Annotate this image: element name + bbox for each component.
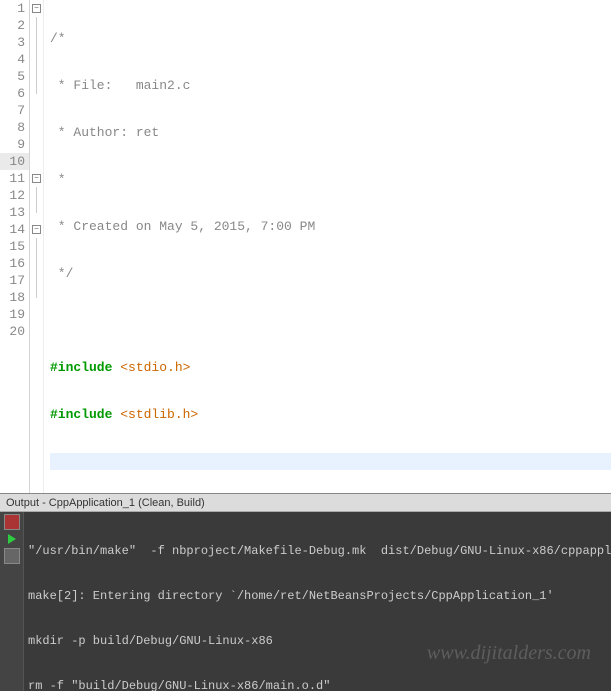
console-line: "/usr/bin/make" -f nbproject/Makefile-De… [28, 544, 607, 559]
console-line: make[2]: Entering directory `/home/ret/N… [28, 589, 607, 604]
line-number: 16 [0, 255, 29, 272]
code-text: * Created on [50, 219, 159, 234]
line-number: 1 [0, 0, 29, 17]
stop-button-icon[interactable] [4, 514, 20, 530]
line-number: 12 [0, 187, 29, 204]
code-text: #include [50, 360, 120, 375]
output-header: Output - CppApplication_1 (Clean, Build) [0, 494, 611, 512]
code-text: */ [50, 266, 73, 281]
line-number: 3 [0, 34, 29, 51]
current-line [50, 453, 611, 470]
code-text: ret [136, 125, 159, 140]
line-number: 19 [0, 306, 29, 323]
line-number: 17 [0, 272, 29, 289]
console-line: rm -f "build/Debug/GNU-Linux-x86/main.o.… [28, 679, 607, 691]
code-text: * Author: [50, 125, 136, 140]
fold-toggle-icon[interactable]: − [32, 225, 41, 234]
code-text: <stdlib.h> [120, 407, 198, 422]
watermark-text: www.dijitalders.com [427, 646, 591, 661]
fold-toggle-icon[interactable]: − [32, 4, 41, 13]
line-number: 7 [0, 102, 29, 119]
line-number: 10 [0, 153, 29, 170]
wrap-button-icon[interactable] [4, 548, 20, 564]
output-panel: Output - CppApplication_1 (Clean, Build)… [0, 493, 611, 691]
line-number: 18 [0, 289, 29, 306]
line-number-gutter: 1 2 3 4 5 6 7 8 9 10 11 12 13 14 15 16 1… [0, 0, 30, 493]
line-number: 14 [0, 221, 29, 238]
console-line: mkdir -p build/Debug/GNU-Linux-x86 [28, 634, 607, 649]
code-text: * [50, 172, 66, 187]
output-console[interactable]: "/usr/bin/make" -f nbproject/Makefile-De… [24, 512, 611, 691]
line-number: 4 [0, 51, 29, 68]
code-text: /* [50, 31, 73, 46]
output-toolbar [0, 512, 24, 691]
code-area[interactable]: /* * File: main2.c * Author: ret * * Cre… [44, 0, 611, 493]
code-text: May 5, 2015, 7:00 PM [159, 219, 315, 234]
line-number: 8 [0, 119, 29, 136]
rerun-button-icon[interactable] [8, 534, 16, 544]
line-number: 5 [0, 68, 29, 85]
line-number: 15 [0, 238, 29, 255]
line-number: 13 [0, 204, 29, 221]
code-text: <stdio.h> [120, 360, 190, 375]
line-number: 2 [0, 17, 29, 34]
line-number: 9 [0, 136, 29, 153]
fold-toggle-icon[interactable]: − [32, 174, 41, 183]
code-text: * File: [50, 78, 136, 93]
line-number: 11 [0, 170, 29, 187]
fold-column[interactable]: − − − [30, 0, 44, 493]
code-text: main2.c [136, 78, 191, 93]
line-number: 20 [0, 323, 29, 340]
code-text: #include [50, 407, 120, 422]
line-number: 6 [0, 85, 29, 102]
code-editor[interactable]: 1 2 3 4 5 6 7 8 9 10 11 12 13 14 15 16 1… [0, 0, 611, 493]
